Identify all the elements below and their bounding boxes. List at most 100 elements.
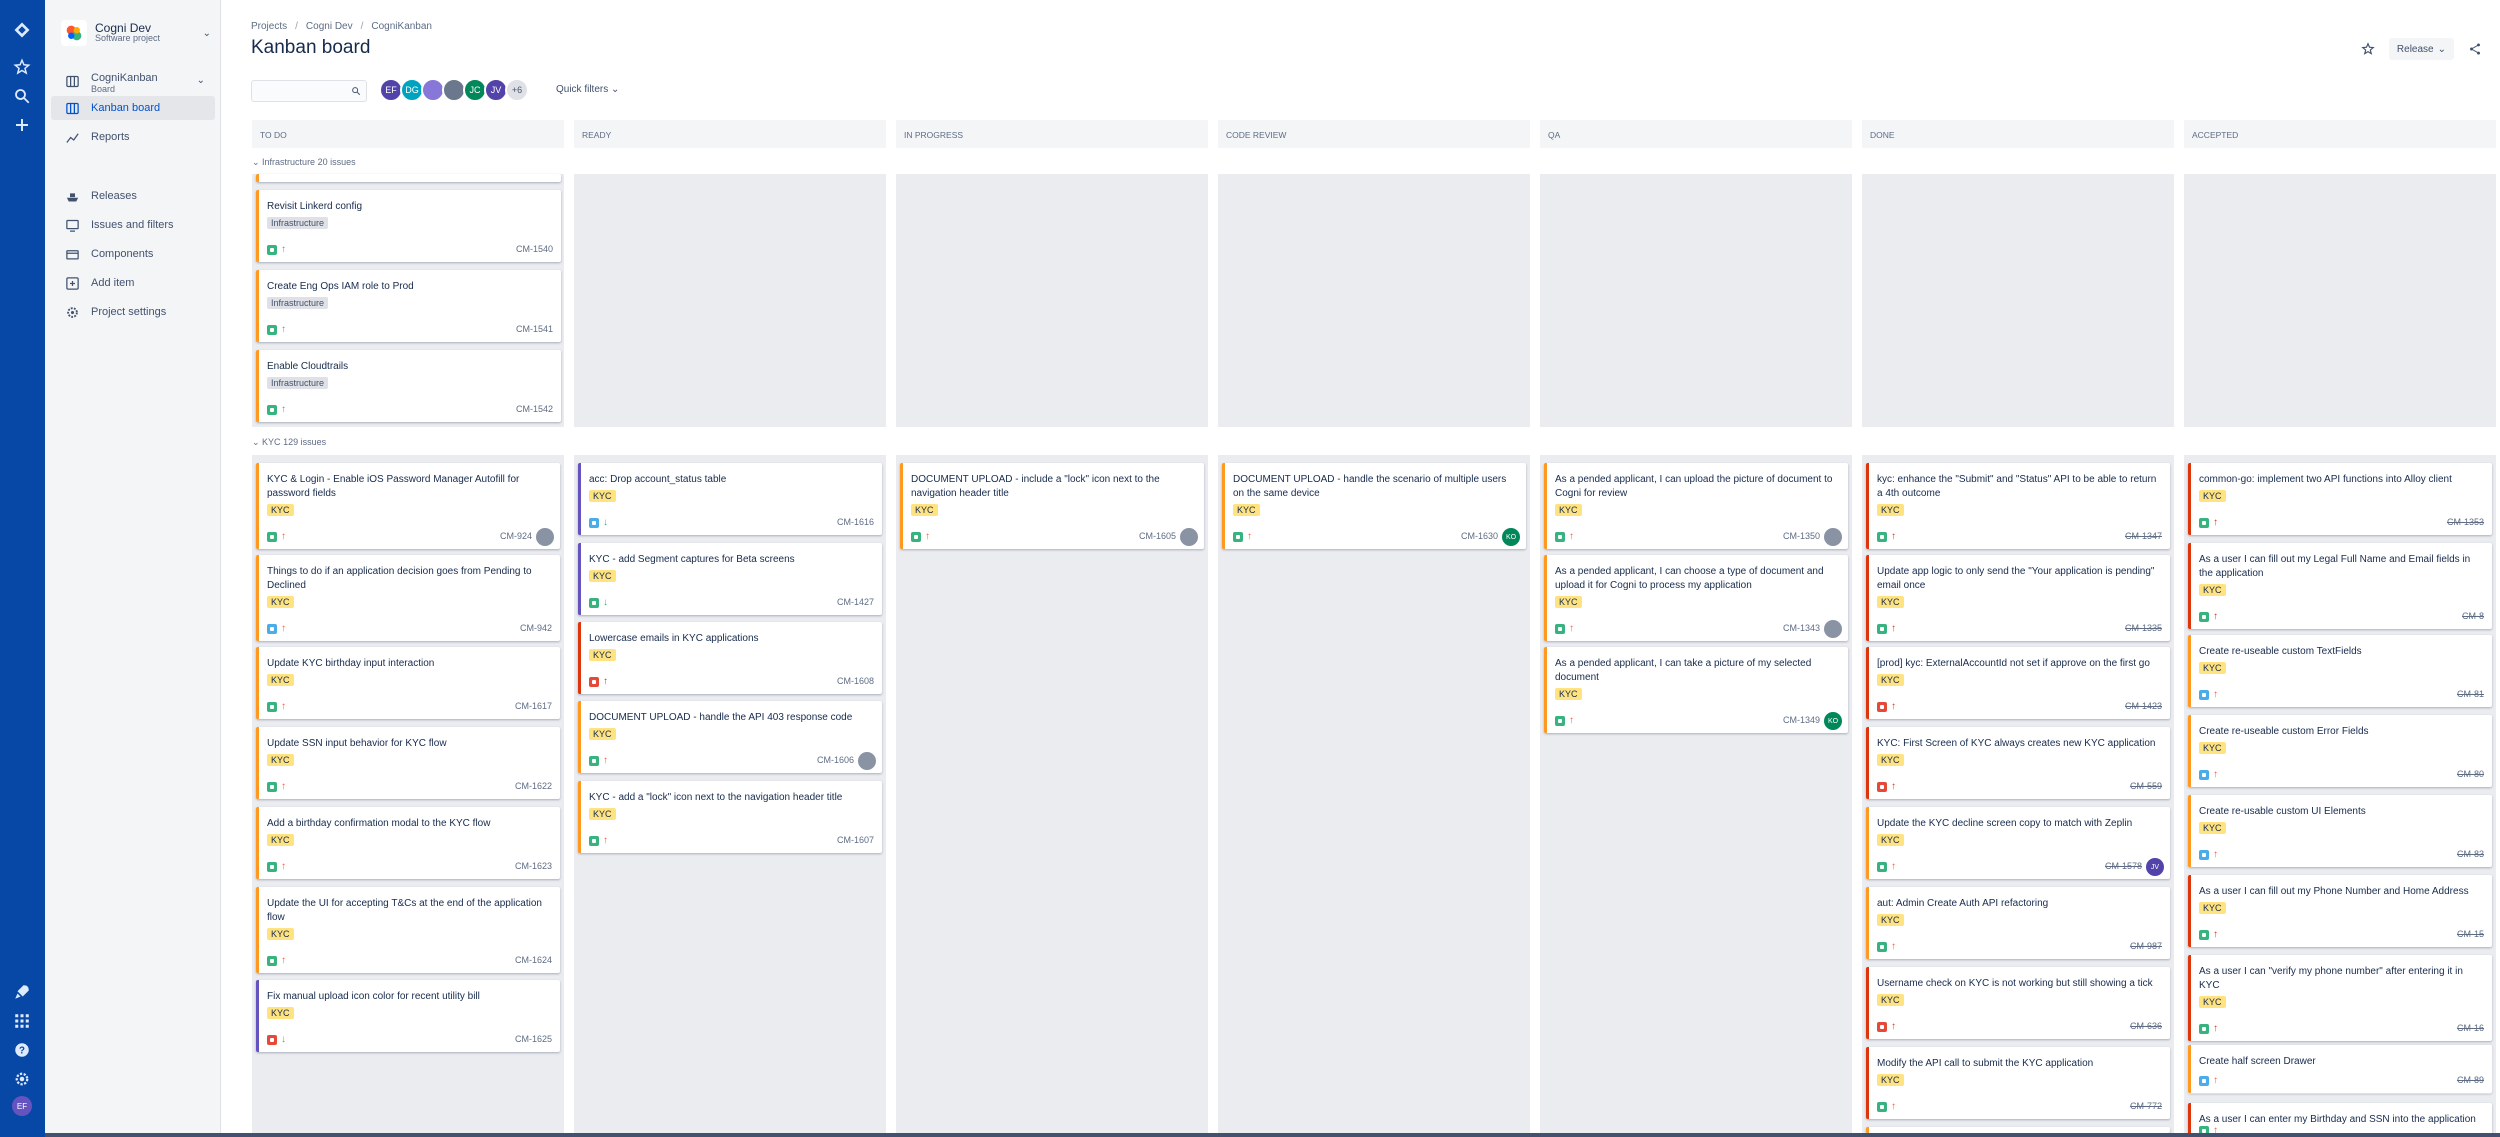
issue-card[interactable]: As a pended applicant, I can take a pict… [1544,647,1848,733]
issue-card[interactable]: Update KYC birthday input interaction KYC… [256,647,560,719]
jira-logo-icon[interactable] [10,18,34,42]
issue-card[interactable]: DOCUMENT UPLOAD - handle the scenario of… [1222,463,1526,549]
swimlane-header[interactable]: ⌄ Infrastructure 20 issues [252,157,356,168]
issue-card[interactable]: Update the KYC decline screen copy to ma… [1866,807,2170,879]
issue-key[interactable]: CM-1625 [515,1034,552,1044]
issue-key[interactable]: CM-924 [500,531,532,541]
issue-key[interactable]: CM-1353 [2447,517,2484,527]
sidebar-item-add-item[interactable]: Add item [51,271,215,295]
assignee-avatar[interactable]: KO [1824,712,1842,730]
issue-key[interactable]: CM-1349 [1783,715,1820,725]
rocket-icon[interactable] [10,980,34,1004]
issue-card[interactable]: Lowercase emails in KYC applications KYC ↑… [578,622,882,694]
assignee-photo-avatar[interactable] [1824,528,1842,546]
create-icon[interactable] [10,113,34,137]
issue-card[interactable]: Update SSN input behavior for KYC flow KY… [256,727,560,799]
assignee-photo-avatar[interactable] [1824,620,1842,638]
sidebar-item-project-settings[interactable]: Project settings [51,300,215,324]
user-avatar[interactable]: EF [12,1096,32,1116]
assignee-photo-avatar[interactable] [536,528,554,546]
issue-card[interactable]: common-go: implement two API functions i… [2188,463,2492,535]
issue-key[interactable]: CM-1622 [515,781,552,791]
issue-key[interactable]: CM-987 [2130,941,2162,951]
breadcrumb-board[interactable]: CogniKanban [371,21,432,32]
assignee-photo-avatar[interactable] [858,752,876,770]
issue-card[interactable]: As a user I can fill out my Legal Full N… [2188,543,2492,629]
assignee-avatar[interactable]: JV [2146,858,2164,876]
issue-key[interactable]: CM-1347 [2125,531,2162,541]
issue-key[interactable]: CM-1605 [1139,531,1176,541]
issue-key[interactable]: CM-772 [2130,1101,2162,1111]
issue-card[interactable]: As a pended applicant, I can choose a ty… [1544,555,1848,641]
issue-key[interactable]: CM-83 [2457,849,2484,859]
issue-key[interactable]: CM-1624 [515,955,552,965]
issue-key[interactable]: CM-1578 [2105,861,2142,871]
assignee-avatar[interactable]: +6 [505,78,529,102]
board-search-input[interactable] [251,80,367,102]
assignee-photo-avatar[interactable] [1180,528,1198,546]
issue-card[interactable]: KYC - add Segment captures for Beta scre… [578,543,882,615]
issue-key[interactable]: CM-1540 [516,244,553,254]
starred-icon[interactable] [10,55,34,79]
issue-card[interactable]: Add a birthday confirmation modal to the… [256,807,560,879]
issue-key[interactable]: CM-1542 [516,404,553,414]
issue-card[interactable]: Create re-useable custom Error Fields KYC… [2188,715,2492,787]
issue-card[interactable]: Things to do if an application decision … [256,555,560,641]
assignee-avatar[interactable]: KO [1502,528,1520,546]
issue-key[interactable]: CM-1623 [515,861,552,871]
sidebar-item-reports[interactable]: Reports [51,125,215,149]
issue-card[interactable]: Update the UI for accepting T&Cs at the … [256,887,560,973]
issue-card[interactable]: Create re-useable custom TextFields KYC ↑ C… [2188,635,2492,707]
issue-key[interactable]: CM-636 [2130,1021,2162,1031]
issue-card[interactable]: As a user I can fill out my Phone Number… [2188,875,2492,947]
issue-card[interactable]: DOCUMENT UPLOAD - include a "lock" icon … [900,463,1204,549]
issue-card[interactable]: Create half screen Drawer ↑ CM-89 [2188,1045,2492,1093]
issue-key[interactable]: CM-1616 [837,517,874,527]
issue-card[interactable]: Update app logic to only send the "Your … [1866,555,2170,641]
issue-card[interactable]: Enable Cloudtrails Infrastructure ↑ CM-1542 [256,350,561,422]
issue-key[interactable]: CM-1606 [817,755,854,765]
issue-key[interactable]: CM-1630 [1461,531,1498,541]
quick-filters-dropdown[interactable]: Quick filters ⌄ [556,84,619,95]
issue-card[interactable]: Create re-usable custom UI Elements KYC ↑ C… [2188,795,2492,867]
issue-key[interactable]: CM-89 [2457,1075,2484,1085]
search-icon[interactable] [10,84,34,108]
issue-card[interactable]: As a user I can enter my Birthday and SS… [2188,1103,2492,1137]
issue-key[interactable]: CM-81 [2457,689,2484,699]
issue-card[interactable]: Fix manual upload icon color for recent … [256,980,560,1052]
issue-key[interactable]: CM-1350 [1783,531,1820,541]
issue-card[interactable]: KYC: First Screen of KYC always creates … [1866,727,2170,799]
sidebar-item-components[interactable]: Components [51,242,215,266]
issue-key[interactable]: CM-15 [2457,929,2484,939]
star-icon[interactable] [2357,38,2379,60]
horizontal-scrollbar[interactable] [45,1133,2500,1137]
apps-grid-icon[interactable] [10,1009,34,1033]
issue-key[interactable]: CM-1607 [837,835,874,845]
share-icon[interactable] [2464,38,2486,60]
release-button[interactable]: Release ⌄ [2388,38,2454,60]
issue-key[interactable]: CM-8 [2462,611,2484,621]
issue-key[interactable]: CM-16 [2457,1023,2484,1033]
issue-key[interactable]: CM-1423 [2125,701,2162,711]
issue-key[interactable]: CM-1335 [2125,623,2162,633]
breadcrumb-projects[interactable]: Projects [251,21,287,32]
settings-gear-icon[interactable] [10,1067,34,1091]
sidebar-item-issues-and-filters[interactable]: Issues and filters [51,213,215,237]
issue-card[interactable]: aut: Admin Create Auth API refactoring KY… [1866,887,2170,959]
issue-key[interactable]: CM-1343 [1783,623,1820,633]
issue-card[interactable]: [prod] kyc: ExternalAccountId not set if… [1866,647,2170,719]
issue-key[interactable]: CM-1427 [837,597,874,607]
issue-key[interactable]: CM-559 [2130,781,2162,791]
issue-card[interactable]: Revisit Linkerd config Infrastructure ↑ CM-… [256,190,561,262]
issue-card[interactable]: KYC & Login - Enable iOS Password Manage… [256,463,560,549]
issue-card[interactable]: acc: Drop account_status table KYC ↓ CM-161… [578,463,882,535]
issue-card[interactable]: DOCUMENT UPLOAD - handle the API 403 res… [578,701,882,773]
swimlane-header[interactable]: ⌄ KYC 129 issues [252,437,326,448]
issue-key[interactable]: CM-80 [2457,769,2484,779]
issue-card[interactable]: As a user I can "verify my phone number"… [2188,955,2492,1041]
project-switcher[interactable]: Cogni Dev Software project ⌄ [61,18,211,52]
issue-card[interactable]: Modify the API call to submit the KYC ap… [1866,1047,2170,1119]
issue-card[interactable] [256,174,561,182]
issue-key[interactable]: CM-942 [520,623,552,633]
issue-card[interactable]: As a pended applicant, I can upload the … [1544,463,1848,549]
